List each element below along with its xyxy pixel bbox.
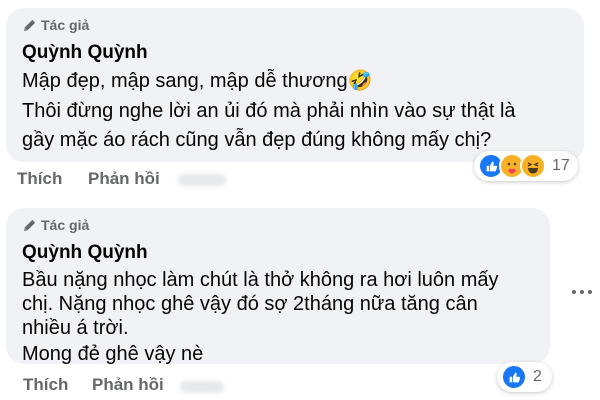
reply-link[interactable]: Phản hồi: [88, 169, 160, 189]
author-badge: Tác giả: [22, 217, 89, 233]
like-link[interactable]: Thích: [23, 375, 68, 395]
haha-icon: [520, 153, 546, 179]
comment-author[interactable]: Quỳnh Quỳnh: [22, 42, 148, 64]
comment-text-line: nhiều á trời.: [22, 317, 129, 339]
author-badge-label: Tác giả: [41, 217, 90, 233]
pencil-icon: [23, 19, 36, 31]
comment-text-line: gầy mặc áo rách cũng vẫn đẹp đúng không …: [22, 129, 492, 151]
like-icon: [501, 364, 527, 390]
reaction-count: 17: [552, 157, 570, 174]
reply-link[interactable]: Phản hồi: [92, 375, 164, 395]
like-link[interactable]: Thích: [17, 169, 62, 189]
pencil-icon: [23, 219, 36, 231]
reaction-count: 2: [533, 368, 542, 385]
reaction-summary[interactable]: 2: [497, 362, 552, 392]
author-badge: Tác giả: [22, 17, 89, 33]
comment-text-line: Mập đẹp, mập sang, mập dễ thương🤣: [22, 70, 373, 92]
author-badge-label: Tác giả: [41, 17, 90, 33]
comment-text-line: Mong đẻ ghê vậy nè: [22, 343, 204, 365]
comment-author[interactable]: Quỳnh Quỳnh: [22, 242, 148, 264]
more-options-icon[interactable]: [572, 286, 592, 298]
reaction-summary[interactable]: 17: [474, 151, 578, 181]
timestamp[interactable]: [178, 174, 226, 186]
timestamp[interactable]: [180, 381, 224, 393]
comment-text-line: Thôi đừng nghe lời an ủi đó mà phải nhìn…: [22, 100, 516, 122]
